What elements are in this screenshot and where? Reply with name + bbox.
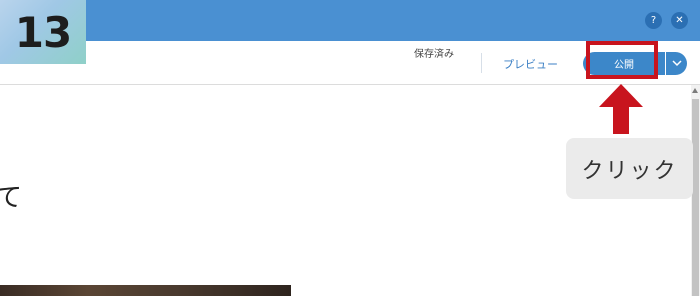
screenshot-stage: 13 ? ✕ 保存済み プレビュー 公開 て クリック [0, 0, 700, 296]
toolbar-divider [481, 53, 482, 73]
help-icon[interactable]: ? [645, 12, 662, 29]
saved-status: 保存済み [414, 49, 454, 60]
step-number-badge: 13 [0, 0, 86, 64]
arrow-up-icon [599, 84, 643, 134]
scroll-up-icon[interactable] [692, 88, 698, 93]
editor-title-bar [0, 0, 700, 41]
content-text: て [0, 183, 23, 213]
publish-highlight-box [586, 41, 658, 79]
publish-options-button[interactable] [666, 52, 687, 75]
close-glyph: ✕ [675, 15, 684, 26]
content-image [0, 285, 291, 296]
scroll-thumb[interactable] [692, 99, 699, 296]
step-number: 13 [14, 7, 72, 57]
close-icon[interactable]: ✕ [671, 12, 688, 29]
preview-button[interactable]: プレビュー [503, 56, 558, 72]
help-glyph: ? [650, 15, 657, 26]
click-callout: クリック [566, 138, 693, 199]
chevron-down-icon [671, 60, 682, 67]
